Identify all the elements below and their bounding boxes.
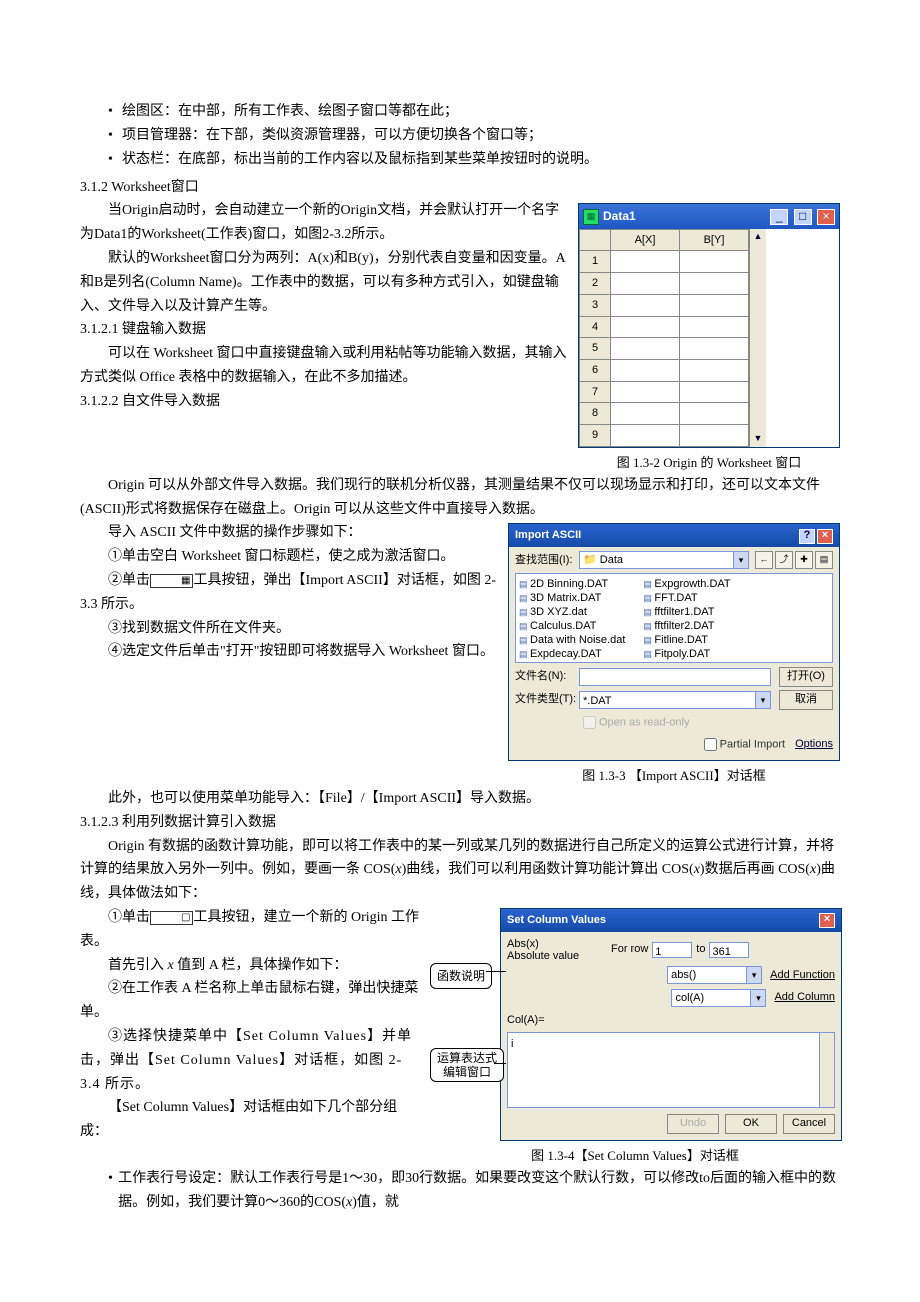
filetype-label: 文件类型(T): xyxy=(515,690,579,709)
row-header[interactable]: 8 xyxy=(580,403,611,425)
figure-1-3-2: ▦ Data1 _ □ × A[X]B[Y] 1 2 3 4 5 6 7 8 9… xyxy=(578,203,840,473)
worksheet-icon: ▦ xyxy=(583,209,599,225)
worksheet-title: Data1 xyxy=(603,206,768,226)
help-button[interactable]: ? xyxy=(799,529,815,544)
cancel-button[interactable]: 取消 xyxy=(779,690,833,710)
worksheet-window: ▦ Data1 _ □ × A[X]B[Y] 1 2 3 4 5 6 7 8 9… xyxy=(578,203,840,447)
dropdown-icon[interactable]: ▾ xyxy=(746,967,761,983)
set-column-values-dialog: Set Column Values × Abs(x) Absolute valu… xyxy=(500,908,842,1141)
row-header[interactable]: 6 xyxy=(580,359,611,381)
worksheet-grid[interactable]: A[X]B[Y] 1 2 3 4 5 6 7 8 9 xyxy=(579,229,749,447)
row-header[interactable]: 3 xyxy=(580,294,611,316)
figure-1-3-4: 函数说明 运算表达式编辑窗口 Set Column Values × Abs(x… xyxy=(430,908,840,1167)
dropdown-icon[interactable]: ▾ xyxy=(755,692,770,708)
bullet-2: 项目管理器：在下部，类似资源管理器，可以方便切换各个窗口等； xyxy=(122,124,542,148)
expression-editor[interactable]: i xyxy=(507,1032,835,1108)
newfolder-icon[interactable]: ✚ xyxy=(795,551,813,569)
row-header[interactable]: 2 xyxy=(580,273,611,295)
scv-titlebar[interactable]: Set Column Values × xyxy=(501,909,841,932)
figure-1-3-4-caption: 图 1.3-4【Set Column Values】对话框 xyxy=(430,1145,840,1167)
column-combo[interactable]: col(A)▾ xyxy=(671,989,766,1007)
filename-input[interactable] xyxy=(579,668,771,686)
heading-3123: 3.1.2.3 利用列数据计算引入数据 xyxy=(80,811,840,835)
col-equals-label: Col(A)= xyxy=(507,1011,835,1030)
file-list[interactable]: 2D Binning.DAT 3D Matrix.DAT 3D XYZ.dat … xyxy=(515,573,833,663)
file-item[interactable]: Fitline.DAT xyxy=(643,633,730,647)
readonly-checkbox: Open as read-only xyxy=(579,713,833,732)
vertical-scrollbar[interactable]: ▲▼ xyxy=(749,229,766,447)
import-ascii-dialog: Import ASCII ?× 查找范围(I): 📁 Data▾ ← ⤴ ✚ ▤… xyxy=(508,523,840,761)
figure-1-3-2-caption: 图 1.3-2 Origin 的 Worksheet 窗口 xyxy=(578,452,840,474)
add-column-link[interactable]: Add Column xyxy=(774,988,835,1007)
heading-312: 3.1.2 Worksheet窗口 xyxy=(80,176,840,200)
to-label: to xyxy=(696,940,705,959)
col-b-header[interactable]: B[Y] xyxy=(680,229,749,251)
to-input[interactable]: 361 xyxy=(709,942,749,958)
callout-function-desc: 函数说明 xyxy=(430,963,492,989)
file-item[interactable]: fftfilter2.DAT xyxy=(643,619,730,633)
open-button[interactable]: 打开(O) xyxy=(779,667,833,687)
file-item[interactable]: fftfilter1.DAT xyxy=(643,605,730,619)
undo-button[interactable]: Undo xyxy=(667,1114,719,1134)
row-header[interactable]: 7 xyxy=(580,381,611,403)
scv-title: Set Column Values xyxy=(507,911,606,930)
options-link[interactable]: Options xyxy=(795,735,833,754)
new-worksheet-icon: ▢ xyxy=(150,911,193,925)
views-icon[interactable]: ▤ xyxy=(815,551,833,569)
figure-1-3-3-caption: 图 1.3-3 【Import ASCII】对话框 xyxy=(508,765,840,787)
cancel-button[interactable]: Cancel xyxy=(783,1114,835,1134)
para-3122c: 此外，也可以使用菜单功能导入：【File】/【Import ASCII】导入数据… xyxy=(80,787,840,811)
row-header[interactable]: 1 xyxy=(580,251,611,273)
row-header[interactable]: 5 xyxy=(580,338,611,360)
close-button[interactable]: × xyxy=(817,209,835,225)
maximize-button[interactable]: □ xyxy=(794,209,812,225)
callout-expr-editor: 运算表达式编辑窗口 xyxy=(430,1048,504,1082)
look-in-label: 查找范围(I): xyxy=(515,551,579,570)
for-row-label: For row xyxy=(611,940,648,959)
look-in-combo[interactable]: 📁 Data▾ xyxy=(579,551,749,569)
bottom-bullet-list: •工作表行号设定：默认工作表行号是1～30，即30行数据。如果要改变这个默认行数… xyxy=(108,1167,840,1215)
file-item[interactable]: 2D Binning.DAT xyxy=(519,577,625,591)
worksheet-titlebar[interactable]: ▦ Data1 _ □ × xyxy=(579,204,839,228)
import-dialog-title: Import ASCII xyxy=(515,526,581,545)
row-header[interactable]: 4 xyxy=(580,316,611,338)
file-item[interactable]: FFT.DAT xyxy=(643,591,730,605)
function-combo[interactable]: abs()▾ xyxy=(667,966,762,984)
file-item[interactable]: 3D Matrix.DAT xyxy=(519,591,625,605)
minimize-button[interactable]: _ xyxy=(770,209,788,225)
from-input[interactable]: 1 xyxy=(652,942,692,958)
up-icon[interactable]: ⤴ xyxy=(775,551,793,569)
dropdown-icon[interactable]: ▾ xyxy=(750,990,765,1006)
close-button[interactable]: × xyxy=(819,913,835,928)
file-item[interactable]: Expgrowth.DAT xyxy=(643,577,730,591)
bullet-3: 状态栏：在底部，标出当前的工作内容以及鼠标指到某些菜单按钮时的说明。 xyxy=(122,148,598,172)
filetype-combo[interactable]: *.DAT ▾ xyxy=(579,691,771,709)
ok-button[interactable]: OK xyxy=(725,1114,777,1134)
row-header[interactable]: 9 xyxy=(580,424,611,446)
bullet-bottom: 工作表行号设定：默认工作表行号是1～30，即30行数据。如果要改变这个默认行数，… xyxy=(118,1167,840,1215)
add-function-link[interactable]: Add Function xyxy=(770,966,835,985)
file-item[interactable]: Calculus.DAT xyxy=(519,619,625,633)
back-icon[interactable]: ← xyxy=(755,551,773,569)
file-item[interactable]: Data with Noise.dat xyxy=(519,633,625,647)
dropdown-icon[interactable]: ▾ xyxy=(733,552,748,568)
import-icon: ▦ xyxy=(150,574,193,588)
figure-1-3-3: Import ASCII ?× 查找范围(I): 📁 Data▾ ← ⤴ ✚ ▤… xyxy=(508,523,840,787)
para-3122a: Origin 可以从外部文件导入数据。我们现行的联机分析仪器，其测量结果不仅可以… xyxy=(80,474,840,522)
top-bullet-list: •绘图区：在中部，所有工作表、绘图子窗口等都在此； •项目管理器：在下部，类似资… xyxy=(108,100,840,171)
function-desc: Abs(x) Absolute value xyxy=(507,938,607,962)
para-3123a: Origin 有数据的函数计算功能，即可以将工作表中的某一列或某几列的数据进行自… xyxy=(80,835,840,906)
col-a-header[interactable]: A[X] xyxy=(611,229,680,251)
import-dialog-titlebar[interactable]: Import ASCII ?× xyxy=(509,524,839,547)
bullet-1: 绘图区：在中部，所有工作表、绘图子窗口等都在此； xyxy=(122,100,458,124)
close-button[interactable]: × xyxy=(817,529,833,544)
file-item[interactable]: Fitpoly.DAT xyxy=(643,647,730,661)
filetype-value: *.DAT xyxy=(580,695,612,707)
file-item[interactable]: Expdecay.DAT xyxy=(519,647,625,661)
vertical-scrollbar[interactable] xyxy=(819,1033,834,1107)
file-item[interactable]: 3D XYZ.dat xyxy=(519,605,625,619)
partial-import-checkbox[interactable]: Partial Import xyxy=(700,735,785,754)
filename-label: 文件名(N): xyxy=(515,667,579,686)
look-in-value: Data xyxy=(600,554,623,566)
